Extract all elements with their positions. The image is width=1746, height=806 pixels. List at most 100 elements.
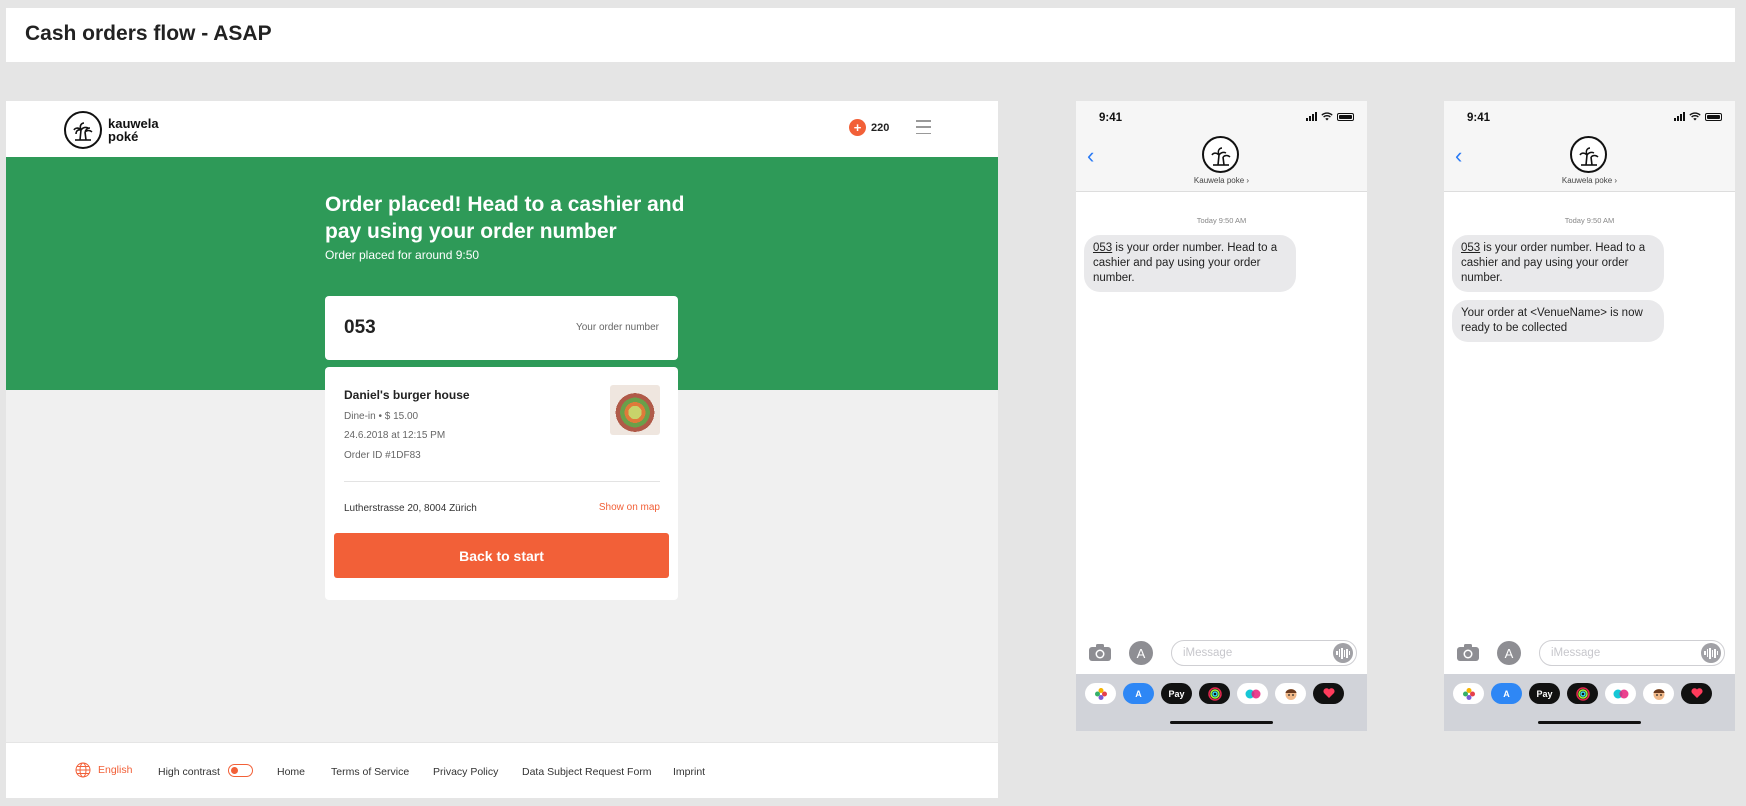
order-type-price: Dine-in • $ 15.00 [344, 411, 419, 422]
activity-icon[interactable] [1199, 683, 1230, 704]
imessage-placeholder: iMessage [1551, 647, 1601, 659]
back-chevron-icon[interactable]: ‹ [1087, 145, 1094, 167]
message-text: Your order at <VenueName> is now ready t… [1461, 307, 1643, 334]
confirmation-subtitle: Order placed for around 9:50 [325, 248, 480, 262]
order-number-link[interactable]: 053 [1461, 242, 1480, 254]
loyalty-points[interactable]: + 220 [849, 119, 889, 136]
footer-link-terms[interactable]: Terms of Service [331, 766, 409, 778]
brand-line-2: poké [108, 129, 139, 144]
home-indicator [1170, 721, 1273, 724]
hamburger-menu-icon[interactable] [916, 120, 931, 134]
message-text: is your order number. Head to a cashier … [1093, 242, 1278, 284]
brand-name: kauwela poké [108, 117, 160, 143]
battery-icon [1705, 112, 1722, 121]
audio-message-icon[interactable] [1333, 643, 1353, 663]
memoji-icon[interactable] [1643, 683, 1674, 704]
status-time: 9:41 [1099, 112, 1123, 124]
footer-link-privacy[interactable]: Privacy Policy [433, 766, 498, 778]
photos-icon[interactable] [1085, 683, 1116, 704]
food-image [610, 385, 660, 435]
imessage-placeholder: iMessage [1183, 647, 1233, 659]
digital-touch-icon[interactable] [1237, 683, 1268, 704]
language-selector[interactable]: English [75, 762, 132, 778]
plus-icon: + [849, 119, 866, 136]
points-value: 220 [871, 121, 890, 134]
message-bubble: Your order at <VenueName> is now ready t… [1452, 300, 1664, 342]
audio-message-icon[interactable] [1701, 643, 1721, 663]
venue-address: Lutherstrasse 20, 8004 Zürich [344, 503, 477, 514]
applepay-icon[interactable]: Pay [1161, 683, 1192, 704]
message-input-row: A iMessage [1444, 638, 1735, 668]
order-number-link[interactable]: 053 [1093, 242, 1112, 254]
heart-sticker-icon[interactable] [1313, 683, 1344, 704]
message-input-row: A iMessage [1076, 638, 1367, 668]
status-icons [1306, 112, 1354, 121]
message-bubble: 053 is your order number. Head to a cash… [1452, 235, 1664, 292]
back-to-start-button[interactable]: Back to start [334, 533, 669, 578]
appstore-icon[interactable]: A [1123, 683, 1154, 704]
phone-messages-2: 9:41 ‹ Kauwela poke › Today 9:50 AM 053 … [1444, 101, 1735, 731]
imessage-input[interactable]: iMessage [1539, 640, 1725, 666]
app-drawer: A Pay [1444, 674, 1735, 731]
palm-tree-icon [1578, 146, 1599, 166]
imessage-input[interactable]: iMessage [1171, 640, 1357, 666]
status-icons [1674, 112, 1722, 121]
heart-sticker-icon[interactable] [1681, 683, 1712, 704]
app-drawer: A Pay [1076, 674, 1367, 731]
order-number-card: 053 Your order number [325, 296, 678, 360]
language-label: English [98, 764, 133, 776]
message-timestamp: Today 9:50 AM [1196, 216, 1247, 225]
web-header: kauwela poké + 220 [6, 101, 998, 157]
message-bubble: 053 is your order number. Head to a cash… [1084, 235, 1296, 292]
brand-logo[interactable]: kauwela poké [64, 111, 160, 149]
camera-icon[interactable] [1088, 643, 1112, 662]
footer-link-imprint[interactable]: Imprint [673, 766, 705, 778]
page-header: Cash orders flow - ASAP [6, 8, 1735, 62]
camera-icon[interactable] [1456, 643, 1480, 662]
footer-link-home[interactable]: Home [277, 766, 305, 778]
appstore-icon[interactable]: A [1491, 683, 1522, 704]
battery-icon [1337, 112, 1354, 121]
footer-link-dsr-form[interactable]: Data Subject Request Form [522, 766, 652, 778]
messages-header: 9:41 ‹ Kauwela poke › [1076, 101, 1367, 192]
activity-icon[interactable] [1567, 683, 1598, 704]
web-footer: English High contrast Home Terms of Serv… [6, 742, 998, 798]
globe-icon [75, 762, 91, 778]
palm-tree-icon [1210, 146, 1231, 166]
digital-touch-icon[interactable] [1605, 683, 1636, 704]
high-contrast-label: High contrast [158, 766, 220, 778]
order-number-label: Your order number [575, 322, 659, 333]
wifi-icon [1689, 112, 1701, 121]
order-datetime: 24.6.2018 at 12:15 PM [344, 430, 446, 441]
back-chevron-icon[interactable]: ‹ [1455, 145, 1462, 167]
photos-icon[interactable] [1453, 683, 1484, 704]
contact-avatar[interactable] [1202, 136, 1239, 173]
contact-avatar[interactable] [1570, 136, 1607, 173]
high-contrast-toggle[interactable] [228, 764, 253, 777]
app-store-icon[interactable]: A [1129, 641, 1153, 665]
page-title: Cash orders flow - ASAP [25, 22, 272, 45]
contact-name[interactable]: Kauwela poke › [1076, 176, 1367, 185]
phone-messages-1: 9:41 ‹ Kauwela poke › Today 9:50 AM 053 … [1076, 101, 1367, 731]
web-frame: kauwela poké + 220 Order placed! Head to… [6, 101, 998, 798]
memoji-icon[interactable] [1275, 683, 1306, 704]
app-store-icon[interactable]: A [1497, 641, 1521, 665]
confirmation-title: Order placed! Head to a cashier and pay … [325, 193, 685, 243]
applepay-icon[interactable]: Pay [1529, 683, 1560, 704]
order-number: 053 [344, 317, 376, 338]
status-time: 9:41 [1467, 112, 1491, 124]
message-text: is your order number. Head to a cashier … [1461, 242, 1646, 284]
wifi-icon [1321, 112, 1333, 121]
message-timestamp: Today 9:50 AM [1564, 216, 1615, 225]
signal-icon [1674, 112, 1685, 121]
applepay-label: Pay [1168, 688, 1185, 699]
home-indicator [1538, 721, 1641, 724]
contact-name[interactable]: Kauwela poke › [1444, 176, 1735, 185]
messages-header: 9:41 ‹ Kauwela poke › [1444, 101, 1735, 192]
palm-tree-icon [64, 111, 102, 149]
order-id: Order ID #1DF83 [344, 450, 421, 461]
show-on-map-link[interactable]: Show on map [599, 502, 660, 513]
divider [344, 481, 660, 482]
order-details-card: Daniel's burger house Dine-in • $ 15.00 … [325, 367, 678, 600]
signal-icon [1306, 112, 1317, 121]
